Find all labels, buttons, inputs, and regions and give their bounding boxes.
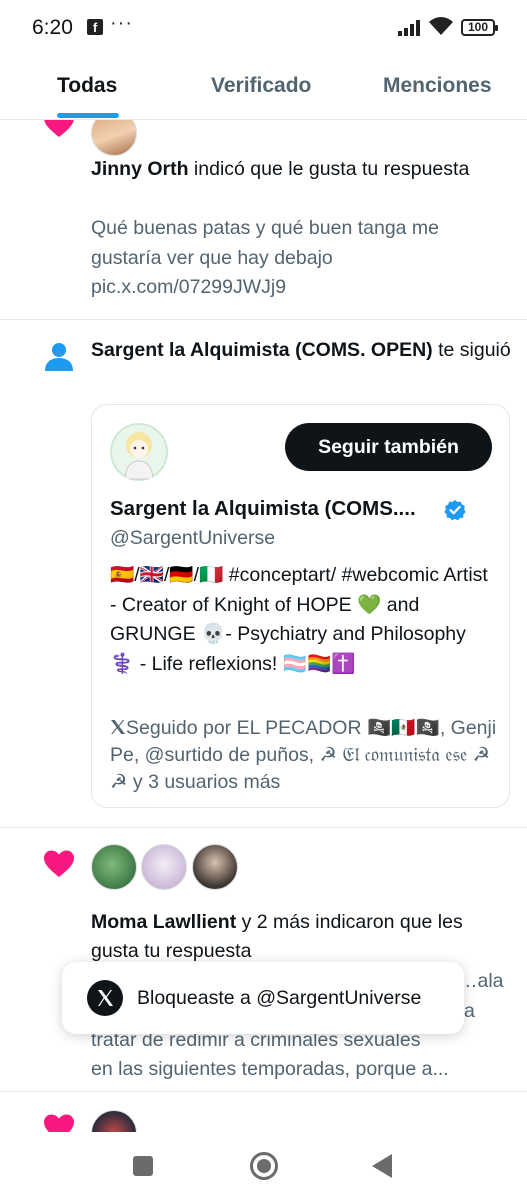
- card-bio: 🇪🇸/🇬🇧/🇩🇪/🇮🇹 #conceptart/ #webcomic Artis…: [110, 564, 488, 675]
- recents-button[interactable]: [133, 1156, 153, 1176]
- notification-text: Moma Lawllient y 2 más indicaron que les…: [91, 908, 511, 966]
- signal-icon: [398, 20, 420, 36]
- x-logo-icon: [87, 980, 123, 1016]
- action-text: te siguió: [432, 339, 511, 361]
- notification-like-next[interactable]: [0, 1092, 527, 1132]
- user-name[interactable]: Jinny Orth: [91, 158, 189, 180]
- active-tab-indicator: [57, 113, 119, 118]
- card-handle[interactable]: @SargentUniverse: [110, 527, 275, 550]
- tab-menciones[interactable]: Menciones: [383, 74, 492, 98]
- followed-by-text: Seguido por EL PECADOR 🏴‍☠️🇲🇽🏴‍☠️, Genji…: [110, 715, 502, 796]
- avatar-illustration: [110, 423, 168, 481]
- facebook-icon: f: [87, 19, 103, 35]
- follow-user-card[interactable]: Seguir también Sargent la Alquimista (CO…: [91, 404, 510, 808]
- notification-like-jinny[interactable]: Jinny Orth indicó que le gusta tu respue…: [0, 120, 527, 320]
- more-notifications-icon: ···: [110, 12, 133, 34]
- status-time: 6:20: [32, 16, 73, 39]
- heart-icon: [44, 1114, 74, 1132]
- card-avatar[interactable]: [110, 423, 168, 481]
- user-name[interactable]: Sargent la Alquimista (COMS. OPEN): [91, 339, 433, 361]
- user-name[interactable]: Moma Lawllient: [91, 911, 236, 933]
- status-bar: 6:20 f ··· 100: [0, 0, 527, 58]
- notification-like-moma[interactable]: Moma Lawllient y 2 más indicaron que les…: [0, 828, 527, 1092]
- battery-icon: 100: [461, 19, 498, 36]
- action-text: indicó que le gusta tu respuesta: [188, 158, 470, 180]
- avatar-jinny[interactable]: [91, 120, 137, 156]
- reply-snippet: Qué buenas patas y qué buen tanga me gus…: [91, 217, 440, 298]
- notification-follow-sargent[interactable]: Sargent la Alquimista (COMS. OPEN) te si…: [0, 320, 527, 828]
- reply-snippet-fragment: …ala: [458, 970, 504, 992]
- card-display-name[interactable]: Sargent la Alquimista (COMS....: [110, 497, 416, 521]
- heart-icon: [44, 850, 74, 877]
- avatar-second-liker[interactable]: [141, 844, 187, 890]
- notification-text: Jinny Orth indicó que le gusta tu respue…: [91, 155, 511, 184]
- tab-todas[interactable]: Todas: [57, 74, 117, 98]
- home-button[interactable]: [250, 1152, 278, 1180]
- reply-snippet-fragment: a: [464, 1000, 475, 1022]
- avatar-third-liker[interactable]: [192, 844, 238, 890]
- followed-by-names: Seguido por EL PECADOR 🏴‍☠️🇲🇽🏴‍☠️, Genji…: [110, 717, 497, 793]
- toast-message: Bloqueaste a @SargentUniverse: [137, 987, 422, 1009]
- heart-icon: [44, 120, 74, 137]
- avatar-moma[interactable]: [91, 844, 137, 890]
- person-icon: [45, 343, 73, 371]
- notification-tabs: Todas Verificado Menciones: [0, 58, 527, 120]
- follow-back-button[interactable]: Seguir también: [285, 423, 492, 471]
- notification-text: Sargent la Alquimista (COMS. OPEN) te si…: [91, 336, 511, 365]
- x-logo-icon: [111, 720, 125, 734]
- verified-badge-icon: [444, 500, 466, 521]
- wifi-icon: [429, 17, 453, 35]
- battery-level: 100: [467, 20, 489, 34]
- blocked-toast[interactable]: Bloqueaste a @SargentUniverse: [62, 962, 464, 1034]
- back-button[interactable]: [372, 1154, 392, 1178]
- tab-verificado[interactable]: Verificado: [211, 74, 311, 98]
- android-navigation-bar: [0, 1132, 527, 1200]
- avatar-next-liker[interactable]: [91, 1110, 137, 1132]
- reply-snippet-line: en las siguientes temporadas, porque a..…: [91, 1058, 449, 1080]
